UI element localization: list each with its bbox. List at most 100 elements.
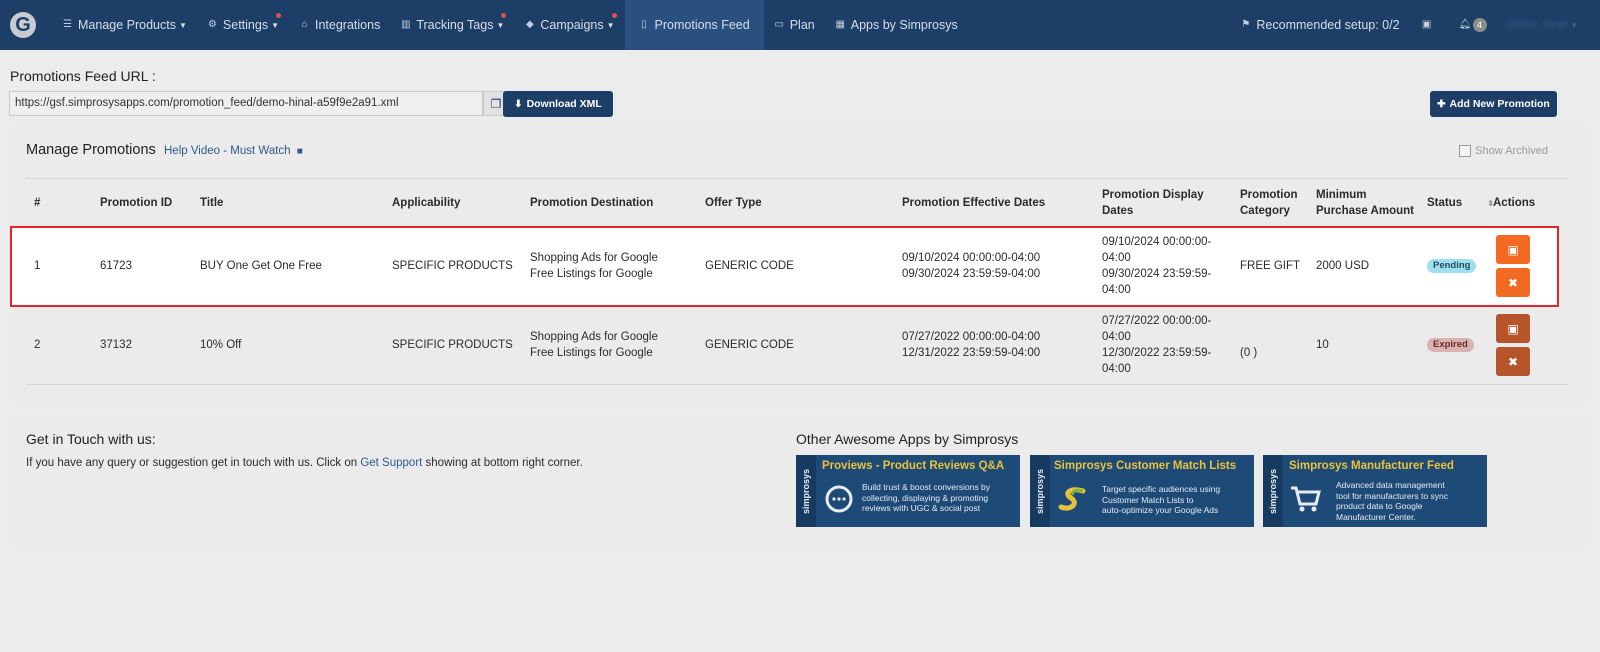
status-header-label: Status (1427, 197, 1463, 209)
cell-effective-dates: 07/27/2022 00:00:00-04:00 12/31/2022 23:… (902, 329, 1040, 361)
cell-line: 04:00 (1102, 284, 1131, 296)
nav-campaigns[interactable]: ◆ Campaigns ▼ (514, 0, 624, 50)
top-navbar: G ☰ Manage Products ▼ ⚙ Settings ▼ ⌂ Int… (0, 0, 1600, 50)
add-new-promotion-button[interactable]: ✚ Add New Promotion (1430, 91, 1557, 117)
archive-icon: ▣ (1507, 321, 1519, 336)
nav-plan[interactable]: ▭ Plan (764, 0, 825, 50)
header-line: Promotion (1240, 189, 1298, 201)
id-card-icon: ▣ (1421, 19, 1432, 30)
add-label: Add New Promotion (1449, 98, 1550, 110)
app-name: Simprosys Customer Match Lists (1054, 460, 1237, 472)
cell-destination: Shopping Ads for Google Free Listings fo… (530, 329, 658, 361)
col-header-min-purchase: Minimum Purchase Amount (1316, 187, 1414, 219)
nav-right-group: ⚑ Recommended setup: 0/2 ▣ 🔔︎ 4 Demo_Hin… (1230, 0, 1600, 50)
cell-line: 12/30/2022 23:59:59- (1102, 347, 1212, 359)
chat-bubble-icon (822, 482, 856, 516)
nav-settings[interactable]: ⚙ Settings ▼ (197, 0, 289, 50)
cell-display-dates: 09/10/2024 00:00:00- 04:00 09/30/2024 23… (1102, 234, 1211, 298)
desc-line: Customer Match Lists to (1102, 494, 1194, 505)
col-header-display-dates: Promotion Display Dates (1102, 187, 1204, 219)
cell-offer-type: GENERIC CODE (705, 260, 794, 272)
desc-line: Manufacturer Center. (1336, 511, 1416, 522)
col-header-status[interactable]: Status ⬍ (1427, 195, 1494, 212)
archive-button[interactable]: ▣ (1496, 235, 1530, 264)
s-logo-icon (1056, 482, 1090, 516)
grid-icon: ▦ (835, 19, 845, 30)
app-banner-customer-match[interactable]: simprosys Simprosys Customer Match Lists… (1030, 455, 1254, 527)
footer-card: Get in Touch with us: If you have any qu… (10, 416, 1590, 547)
logo-letter: G (10, 12, 36, 38)
recommended-label: Recommended setup: 0/2 (1256, 18, 1400, 32)
col-header-offer-type: Offer Type (705, 197, 762, 209)
divider (26, 384, 1568, 385)
feed-url-label: Promotions Feed URL : (10, 68, 156, 84)
cell-line: 09/10/2024 00:00:00-04:00 (902, 252, 1041, 264)
card-icon: ▭ (774, 19, 784, 30)
nav-tracking-tags[interactable]: ▥ Tracking Tags ▼ (390, 0, 514, 50)
desc-line: tool for manufacturers to sync (1336, 490, 1448, 501)
download-label: Download XML (526, 98, 602, 110)
delete-button[interactable]: ✖ (1496, 347, 1530, 376)
user-menu[interactable]: Demo_Hinal ▼ (1497, 0, 1600, 50)
nav-integrations[interactable]: ⌂ Integrations (289, 0, 390, 50)
cell-line: 07/27/2022 00:00:00- (1102, 315, 1212, 327)
desc-line: Advanced data management (1336, 480, 1445, 490)
list-icon: ☰ (63, 19, 72, 30)
cell-title: BUY One Get One Free (200, 260, 322, 272)
cell-effective-dates: 09/10/2024 00:00:00-04:00 09/30/2024 23:… (902, 250, 1040, 282)
brand-label: simprosys (796, 455, 816, 527)
app-logo[interactable]: G (0, 0, 46, 50)
nav-promotions-feed[interactable]: ▯ Promotions Feed (624, 0, 764, 50)
nav-label: Apps by Simprosys (850, 18, 958, 32)
brand-label: simprosys (1263, 455, 1283, 527)
help-video-link[interactable]: Help Video - Must Watch ■ (164, 145, 303, 157)
col-header-destination: Promotion Destination (530, 197, 654, 209)
cell-applicability: SPECIFIC PRODUCTS (392, 260, 513, 272)
store-icon: ⌂ (301, 19, 308, 30)
notification-count: 4 (1472, 18, 1487, 32)
show-archived-toggle[interactable]: Show Archived (1459, 145, 1548, 157)
header-line: Purchase Amount (1316, 205, 1414, 217)
nav-label: Promotions Feed (654, 18, 750, 32)
nav-label: Settings (222, 18, 269, 32)
notifications-button[interactable]: 🔔︎ 4 (1449, 0, 1497, 50)
app-banner-manufacturer-feed[interactable]: simprosys Simprosys Manufacturer Feed Ad… (1263, 455, 1487, 527)
video-camera-icon: ■ (296, 146, 303, 157)
copy-icon: ❐ (490, 96, 502, 111)
cell-offer-type: GENERIC CODE (705, 339, 794, 351)
profile-card-button[interactable]: ▣ (1410, 0, 1449, 50)
delete-button[interactable]: ✖ (1496, 268, 1530, 297)
bar-chart-icon: ▥ (401, 19, 411, 30)
desc-line: auto-optimize your Google Ads (1102, 505, 1219, 515)
brand-label: simprosys (1030, 455, 1050, 527)
nav-apps-by-simprosys[interactable]: ▦ Apps by Simprosys (825, 0, 968, 50)
desc-line: Target specific audiences using (1102, 484, 1221, 494)
cell-line: Shopping Ads for Google (530, 252, 658, 264)
nav-manage-products[interactable]: ☰ Manage Products ▼ (52, 0, 197, 50)
app-description: Advanced data management tool for manufa… (1336, 480, 1448, 522)
trash-icon: ✖ (1507, 354, 1519, 369)
cell-line: 07/27/2022 00:00:00-04:00 (902, 331, 1041, 343)
show-archived-checkbox[interactable] (1459, 145, 1472, 157)
header-line: Category (1240, 205, 1290, 217)
cell-number: 1 (34, 260, 41, 272)
app-banner-proviews[interactable]: simprosys Proviews - Product Reviews Q&A… (796, 455, 1020, 527)
header-line: Promotion Display (1102, 189, 1204, 201)
get-support-link[interactable]: Get Support (360, 457, 422, 469)
help-video-label: Help Video - Must Watch (164, 145, 291, 157)
show-archived-label: Show Archived (1475, 145, 1548, 157)
feed-url-input[interactable]: https://gsf.simprosysapps.com/promotion_… (9, 91, 483, 116)
desc-line: Build trust & boost conversions by (862, 482, 991, 492)
desc-line: reviews with UGC & social post (862, 503, 981, 513)
chevron-down-icon: ▼ (178, 20, 187, 30)
download-xml-button[interactable]: ⬇ Download XML (503, 91, 613, 117)
download-icon: ⬇ (514, 98, 523, 110)
archive-button[interactable]: ▣ (1496, 314, 1530, 343)
recommended-setup[interactable]: ⚑ Recommended setup: 0/2 (1230, 0, 1409, 50)
bell-icon: 🔔︎ (1458, 19, 1472, 30)
app-banner-body: Simprosys Manufacturer Feed Advanced dat… (1283, 455, 1487, 527)
app-banner-body: Simprosys Customer Match Lists Target sp… (1050, 455, 1254, 527)
col-header-number: # (34, 197, 41, 209)
contact-text-pre: If you have any query or suggestion get … (26, 457, 361, 469)
archive-icon: ▣ (1507, 242, 1519, 257)
